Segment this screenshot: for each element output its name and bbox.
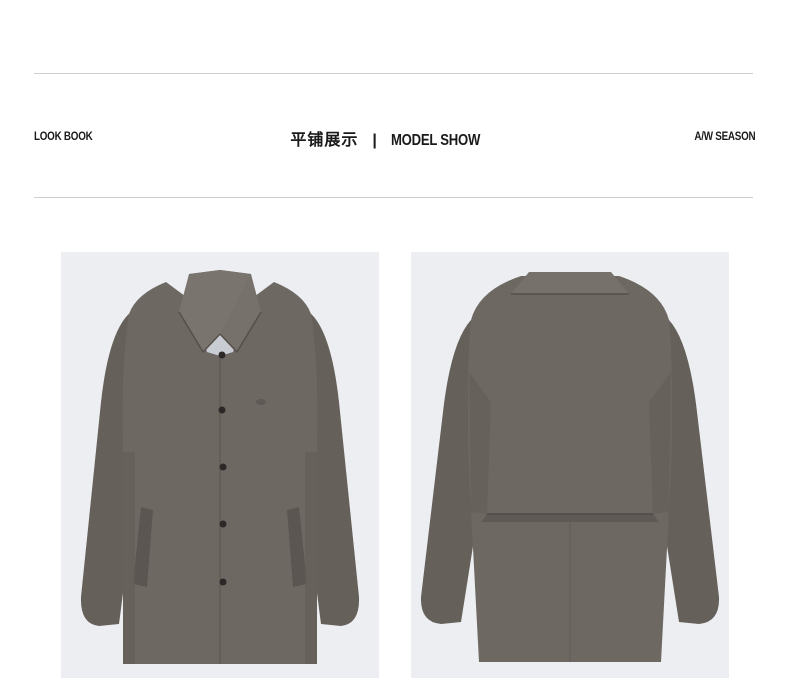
section-header: LOOK BOOK 平铺展示 | MODEL SHOW A/W SEASON <box>0 126 790 150</box>
coat-front-photo: PRO SELA · XL <box>61 252 379 678</box>
section-title: 平铺展示 | MODEL SHOW <box>0 126 790 150</box>
bottom-divider <box>34 197 753 198</box>
coat-front-illustration: PRO SELA · XL <box>80 270 360 664</box>
top-divider <box>34 73 753 74</box>
title-separator: | <box>372 132 377 149</box>
season-label: A/W SEASON <box>694 129 755 143</box>
title-chinese: 平铺展示 <box>290 132 359 149</box>
coat-back-photo <box>411 252 729 678</box>
title-english: MODEL SHOW <box>390 132 481 149</box>
coat-back-illustration <box>420 272 720 662</box>
